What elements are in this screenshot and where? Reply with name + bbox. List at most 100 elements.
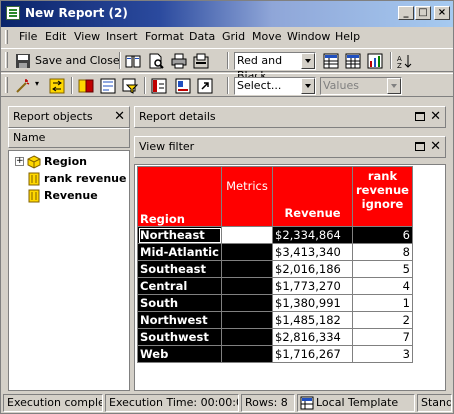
rank-cell[interactable]: 3: [352, 345, 413, 363]
save-icon[interactable]: [15, 53, 31, 69]
menu-file[interactable]: File: [19, 30, 37, 43]
toolbar-grip: [5, 77, 8, 93]
region-cell[interactable]: Mid-Atlantic: [137, 243, 222, 261]
revenue-column-header[interactable]: Revenue: [272, 166, 353, 227]
rank-cell[interactable]: 5: [352, 260, 413, 278]
maximize-pane-icon[interactable]: [415, 142, 425, 151]
table-row[interactable]: South $1,380,991 1: [137, 294, 413, 312]
metrics-header[interactable]: Metrics: [221, 166, 273, 227]
region-cell[interactable]: Southeast: [137, 260, 222, 278]
graph-icon[interactable]: [367, 53, 383, 69]
menu-format[interactable]: Format: [145, 30, 184, 43]
region-cell[interactable]: South: [137, 294, 222, 312]
table-row[interactable]: Mid-Atlantic $3,413,340 8: [137, 243, 413, 261]
menu-view[interactable]: View: [74, 30, 100, 43]
rank-cell[interactable]: 8: [352, 243, 413, 261]
report-details-title: Report details: [139, 110, 216, 123]
region-cell[interactable]: Web: [137, 345, 222, 363]
view-filter-header[interactable]: View filter ✕: [134, 136, 446, 158]
report-objects-icon[interactable]: [78, 78, 94, 94]
rank-cell[interactable]: 4: [352, 277, 413, 295]
table-row[interactable]: Southwest $2,816,334 7: [137, 328, 413, 346]
open-book-icon[interactable]: [125, 53, 141, 69]
revenue-cell[interactable]: $3,413,340: [272, 243, 353, 261]
revenue-cell[interactable]: $1,716,267: [272, 345, 353, 363]
window-title: New Report (2): [25, 6, 128, 20]
wand-icon[interactable]: [15, 78, 31, 94]
metric-icon: [28, 172, 40, 186]
table-row[interactable]: Northeast $2,334,864 6: [137, 226, 413, 244]
menu-data[interactable]: Data: [189, 30, 215, 43]
wand-dropdown-arrow-icon[interactable]: ▾: [35, 79, 39, 88]
status-state: Execution complete: [3, 394, 103, 412]
filter-funnel-icon[interactable]: [122, 78, 138, 94]
metrics-header-label: Metrics: [226, 179, 268, 193]
menu-window[interactable]: Window: [287, 30, 330, 43]
revenue-value: $1,716,267: [275, 347, 341, 361]
table-header-row: Region Metrics Revenue rank revenue igno…: [137, 166, 413, 227]
pivot-icon[interactable]: [151, 78, 167, 94]
region-cell[interactable]: Central: [137, 277, 222, 295]
drill-arrow-icon[interactable]: [197, 78, 213, 94]
printer-icon[interactable]: [171, 53, 187, 69]
report-objects-tree: + Region rank revenue i Revenue: [8, 150, 130, 391]
table-row[interactable]: Northwest $1,485,182 2: [137, 311, 413, 329]
print-preview-icon[interactable]: [148, 53, 164, 69]
region-column-header[interactable]: Region: [137, 166, 222, 227]
sort-az-icon[interactable]: AZ: [396, 53, 412, 69]
rank-cell[interactable]: 7: [352, 328, 413, 346]
save-and-close-button[interactable]: Save and Close: [35, 52, 120, 70]
region-cell[interactable]: Southwest: [137, 328, 222, 346]
region-cell[interactable]: Northwest: [137, 311, 222, 329]
swap-icon[interactable]: [49, 78, 65, 94]
report-details-header[interactable]: Report details ✕: [134, 106, 446, 128]
revenue-cell[interactable]: $2,016,186: [272, 260, 353, 278]
grid-layout-icon[interactable]: [323, 53, 339, 69]
menu-insert[interactable]: Insert: [106, 30, 138, 43]
menu-edit[interactable]: Edit: [45, 30, 66, 43]
dropdown-arrow-icon[interactable]: [301, 53, 315, 69]
export-icon[interactable]: [193, 53, 209, 69]
dropdown-arrow-icon[interactable]: [301, 78, 315, 94]
tree-item-rank-revenue[interactable]: rank revenue i: [27, 171, 127, 187]
maximize-button[interactable]: □: [415, 6, 431, 20]
region-cell[interactable]: Northeast: [137, 226, 222, 244]
select-dropdown[interactable]: Select...: [234, 77, 316, 95]
toolbar-separator: [71, 77, 73, 94]
maximize-pane-icon[interactable]: [415, 112, 425, 121]
name-column-header[interactable]: Name: [8, 128, 130, 148]
metrics-spacer-cell: [221, 226, 273, 244]
rank-cell[interactable]: 1: [352, 294, 413, 312]
close-button[interactable]: ×: [434, 6, 450, 20]
revenue-cell[interactable]: $2,334,864: [272, 226, 353, 244]
revenue-value: $1,773,270: [275, 279, 341, 293]
menu-move[interactable]: Move: [252, 30, 282, 43]
page-by-icon[interactable]: [175, 78, 191, 94]
status-exec-time: Execution Time: 00:00:01: [105, 394, 239, 412]
report-filter-icon[interactable]: [100, 78, 116, 94]
revenue-cell[interactable]: $1,773,270: [272, 277, 353, 295]
autostyle-dropdown[interactable]: Red and Black: [234, 52, 316, 82]
menu-help[interactable]: Help: [335, 30, 360, 43]
grid-graph-icon[interactable]: [345, 53, 361, 69]
metrics-spacer-cell: [221, 243, 273, 261]
expand-icon[interactable]: +: [15, 157, 24, 166]
close-pane-icon[interactable]: ✕: [114, 109, 125, 125]
close-pane-icon[interactable]: ✕: [430, 139, 441, 155]
revenue-cell[interactable]: $2,816,334: [272, 328, 353, 346]
table-row[interactable]: Central $1,773,270 4: [137, 277, 413, 295]
rank-cell[interactable]: 6: [352, 226, 413, 244]
rank-cell[interactable]: 2: [352, 311, 413, 329]
revenue-cell[interactable]: $1,485,182: [272, 311, 353, 329]
menu-grid[interactable]: Grid: [222, 30, 245, 43]
metric-icon: [28, 189, 40, 203]
table-row[interactable]: Southeast $2,016,186 5: [137, 260, 413, 278]
revenue-value: $3,413,340: [275, 245, 341, 259]
rank-column-header[interactable]: rank revenue ignore: [352, 166, 413, 227]
revenue-cell[interactable]: $1,380,991: [272, 294, 353, 312]
close-pane-icon[interactable]: ✕: [430, 109, 441, 125]
table-row[interactable]: Web $1,716,267 3: [137, 345, 413, 363]
minimize-button[interactable]: _: [398, 6, 414, 20]
status-bar: Execution complete Execution Time: 00:00…: [1, 393, 453, 413]
rank-value: 4: [402, 279, 410, 293]
